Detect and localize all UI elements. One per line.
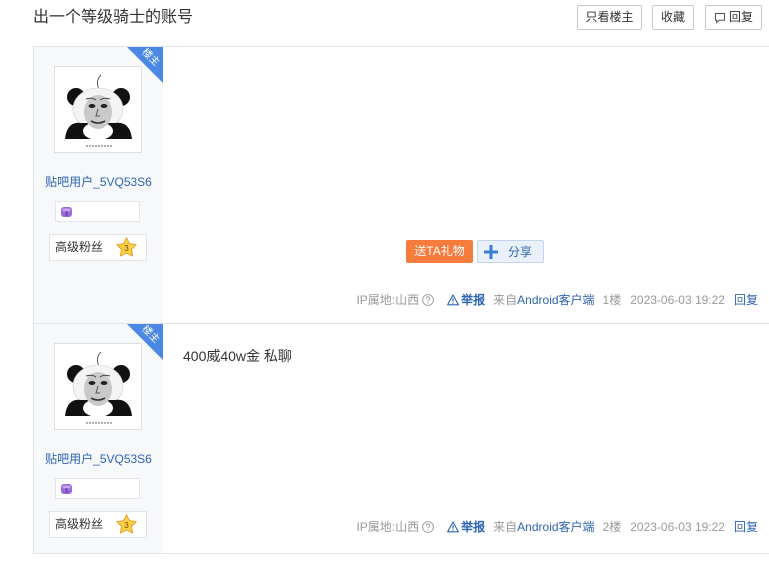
warning-icon — [447, 294, 460, 306]
ip-location: IP属地:山西 — [356, 520, 420, 534]
post-time: 2023-06-03 19:22 — [630, 293, 725, 307]
report-label: 举报 — [461, 520, 486, 534]
post: 楼主 — [33, 47, 769, 324]
author-sidebar: 楼主 贴吧用户_5VQ53S6 高级粉丝 3 — [34, 324, 163, 553]
fan-level-number: 3 — [124, 520, 129, 530]
member-badge-icon[interactable] — [60, 482, 73, 495]
post-tail: IP属地:山西 举报 — [356, 292, 758, 308]
member-badge-box — [55, 201, 140, 222]
post-time: 2023-06-03 19:22 — [630, 520, 725, 534]
member-badge-box — [55, 478, 140, 499]
panda-meme-avatar-icon — [57, 69, 139, 150]
post: 楼主 — [33, 324, 769, 554]
fan-title: 高级粉丝 — [55, 240, 104, 254]
reply-link[interactable]: 回复 — [734, 292, 758, 308]
share-button[interactable]: 分享 — [477, 240, 544, 263]
from-prefix: 来自 — [493, 520, 518, 534]
help-circle-icon[interactable] — [422, 294, 434, 306]
thread-page: 出一个等级骑士的账号 只看楼主 收藏 回复 楼主 贴吧用户_5VQ53S6 高级… — [0, 0, 769, 575]
post-content: 送TA礼物 分享 IP属地:山西 举报 来自 Android客户端 1楼 202… — [163, 47, 769, 323]
ip-location: IP属地:山西 — [356, 293, 420, 307]
post-body-text: 400威40w金 私聊 — [183, 348, 292, 364]
send-gift-button[interactable]: 送TA礼物 — [406, 240, 473, 263]
plus-icon — [484, 244, 498, 259]
member-badge-icon[interactable] — [60, 205, 73, 218]
fan-level-number: 3 — [124, 243, 129, 253]
post-content: 400威40w金 私聊 IP属地:山西 举报 来自 Android客户端 2楼 … — [163, 324, 769, 553]
floor-number: 1楼 — [602, 293, 622, 307]
username-link[interactable]: 贴吧用户_5VQ53S6 — [34, 174, 163, 190]
post-tail: IP属地:山西 举报 — [356, 519, 758, 535]
fan-level-badge[interactable]: 高级粉丝 3 — [49, 234, 147, 261]
client-link[interactable]: Android客户端 — [517, 519, 594, 535]
star-level-icon: 3 — [116, 237, 137, 258]
reply-icon — [714, 12, 726, 24]
floor-number: 2楼 — [602, 520, 622, 534]
thread-title: 出一个等级骑士的账号 — [33, 9, 194, 26]
only-author-button[interactable]: 只看楼主 — [577, 5, 642, 30]
panda-meme-avatar-icon — [57, 346, 139, 427]
report-link[interactable]: 举报 — [447, 519, 485, 535]
favorite-button[interactable]: 收藏 — [652, 5, 694, 30]
from-prefix: 来自 — [493, 293, 518, 307]
report-label: 举报 — [461, 293, 486, 307]
client-link[interactable]: Android客户端 — [517, 292, 594, 308]
avatar[interactable] — [54, 66, 142, 153]
share-button-label: 分享 — [508, 245, 533, 259]
fan-level-badge[interactable]: 高级粉丝 3 — [49, 511, 147, 538]
reply-link[interactable]: 回复 — [734, 519, 758, 535]
warning-icon — [447, 521, 460, 533]
report-link[interactable]: 举报 — [447, 292, 485, 308]
fan-title: 高级粉丝 — [55, 517, 104, 531]
reply-button[interactable]: 回复 — [705, 5, 762, 30]
avatar[interactable] — [54, 343, 142, 430]
post-list: 楼主 贴吧用户_5VQ53S6 高级粉丝 3 送TA礼物 分享 IP属地:山西 … — [33, 46, 769, 554]
reply-button-label: 回复 — [728, 10, 753, 24]
author-sidebar: 楼主 贴吧用户_5VQ53S6 高级粉丝 3 — [34, 47, 163, 323]
star-level-icon: 3 — [116, 514, 137, 535]
help-circle-icon[interactable] — [422, 521, 434, 533]
username-link[interactable]: 贴吧用户_5VQ53S6 — [34, 451, 163, 467]
